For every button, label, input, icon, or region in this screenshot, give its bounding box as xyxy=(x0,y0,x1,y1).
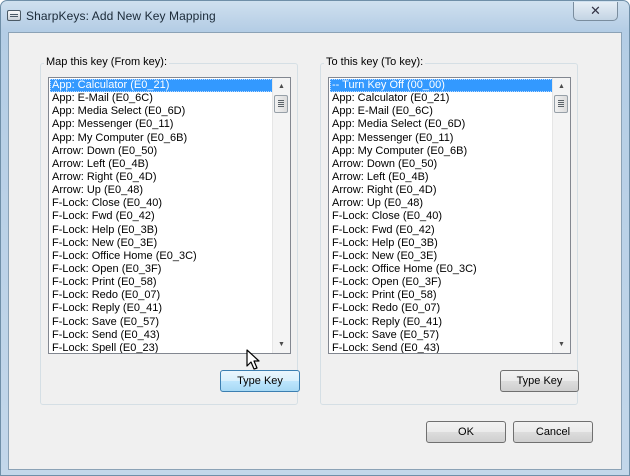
list-item[interactable]: F-Lock: Open (E0_3F) xyxy=(50,263,273,276)
close-button[interactable]: ✕ xyxy=(573,2,618,21)
list-item[interactable]: F-Lock: Spell (E0_23) xyxy=(50,342,273,353)
to-key-scrollbar[interactable]: ▲ ▼ xyxy=(552,78,570,353)
mouse-cursor-icon xyxy=(246,349,260,370)
list-item[interactable]: F-Lock: Redo (E0_07) xyxy=(330,302,553,315)
scroll-up-arrow-icon[interactable]: ▲ xyxy=(553,78,570,95)
list-item[interactable]: Arrow: Left (E0_4B) xyxy=(50,158,273,171)
keyboard-icon xyxy=(7,10,21,21)
list-item[interactable]: Arrow: Up (E0_48) xyxy=(330,197,553,210)
scroll-up-arrow-icon[interactable]: ▲ xyxy=(273,78,290,95)
list-item[interactable]: App: E-Mail (E0_6C) xyxy=(330,105,553,118)
list-item[interactable]: F-Lock: Send (E0_43) xyxy=(50,329,273,342)
list-item[interactable]: App: My Computer (E0_6B) xyxy=(50,132,273,145)
list-item[interactable]: F-Lock: New (E0_3E) xyxy=(50,237,273,250)
cancel-button[interactable]: Cancel xyxy=(513,421,593,443)
list-item[interactable]: Arrow: Right (E0_4D) xyxy=(330,184,553,197)
from-key-list: App: Calculator (E0_21) App: E-Mail (E0_6… xyxy=(50,79,273,353)
window-title: SharpKeys: Add New Key Mapping xyxy=(26,9,216,23)
list-item[interactable]: F-Lock: Redo (E0_07) xyxy=(50,289,273,302)
list-item[interactable]: App: Messenger (E0_11) xyxy=(50,118,273,131)
list-item[interactable]: Arrow: Up (E0_48) xyxy=(50,184,273,197)
list-item[interactable]: Arrow: Down (E0_50) xyxy=(330,158,553,171)
scroll-thumb[interactable] xyxy=(554,95,568,113)
from-type-key-button[interactable]: Type Key xyxy=(220,370,300,392)
from-key-listbox[interactable]: App: Calculator (E0_21) App: E-Mail (E0_6… xyxy=(48,77,291,354)
list-item[interactable]: F-Lock: Open (E0_3F) xyxy=(330,276,553,289)
list-item[interactable]: F-Lock: Reply (E0_41) xyxy=(50,302,273,315)
list-item[interactable]: F-Lock: New (E0_3E) xyxy=(330,250,553,263)
title-bar[interactable]: SharpKeys: Add New Key Mapping ✕ xyxy=(1,1,629,31)
close-icon: ✕ xyxy=(590,4,601,19)
list-item[interactable]: Arrow: Right (E0_4D) xyxy=(50,171,273,184)
ok-button[interactable]: OK xyxy=(426,421,506,443)
scroll-thumb[interactable] xyxy=(274,95,288,113)
list-item[interactable]: F-Lock: Fwd (E0_42) xyxy=(50,210,273,223)
to-key-list: -- Turn Key Off (00_00) App: Calculator (… xyxy=(330,79,553,353)
list-item[interactable]: F-Lock: Print (E0_58) xyxy=(50,276,273,289)
list-item[interactable]: F-Lock: Fwd (E0_42) xyxy=(330,224,553,237)
list-item[interactable]: F-Lock: Print (E0_58) xyxy=(330,289,553,302)
to-key-group-title: To this key (To key): xyxy=(324,56,426,68)
list-item[interactable]: F-Lock: Office Home (E0_3C) xyxy=(330,263,553,276)
scroll-down-arrow-icon[interactable]: ▼ xyxy=(273,336,290,353)
list-item[interactable]: -- Turn Key Off (00_00) xyxy=(330,79,553,93)
from-key-scrollbar[interactable]: ▲ ▼ xyxy=(272,78,290,353)
list-item[interactable]: F-Lock: Save (E0_57) xyxy=(50,316,273,329)
list-item[interactable]: App: Messenger (E0_11) xyxy=(330,132,553,145)
to-key-group: To this key (To key): -- Turn Key Off (0… xyxy=(320,56,579,405)
list-item[interactable]: F-Lock: Office Home (E0_3C) xyxy=(50,250,273,263)
list-item[interactable]: App: E-Mail (E0_6C) xyxy=(50,92,273,105)
list-item[interactable]: F-Lock: Reply (E0_41) xyxy=(330,316,553,329)
list-item[interactable]: App: My Computer (E0_6B) xyxy=(330,145,553,158)
list-item[interactable]: F-Lock: Help (E0_3B) xyxy=(330,237,553,250)
list-item[interactable]: F-Lock: Close (E0_40) xyxy=(330,210,553,223)
to-type-key-button[interactable]: Type Key xyxy=(500,370,579,392)
list-item[interactable]: F-Lock: Save (E0_57) xyxy=(330,329,553,342)
list-item[interactable]: App: Calculator (E0_21) xyxy=(330,92,553,105)
dialog-window: SharpKeys: Add New Key Mapping ✕ Map thi… xyxy=(0,0,630,476)
to-key-listbox[interactable]: -- Turn Key Off (00_00) App: Calculator (… xyxy=(328,77,571,354)
dialog-client-area: Map this key (From key): App: Calculator… xyxy=(8,32,622,470)
list-item[interactable]: App: Media Select (E0_6D) xyxy=(50,105,273,118)
list-item[interactable]: App: Calculator (E0_21) xyxy=(50,79,273,93)
from-key-group-title: Map this key (From key): xyxy=(44,56,170,68)
list-item[interactable]: F-Lock: Send (E0_43) xyxy=(330,342,553,353)
list-item[interactable]: Arrow: Left (E0_4B) xyxy=(330,171,553,184)
list-item[interactable]: App: Media Select (E0_6D) xyxy=(330,118,553,131)
list-item[interactable]: Arrow: Down (E0_50) xyxy=(50,145,273,158)
scroll-down-arrow-icon[interactable]: ▼ xyxy=(553,336,570,353)
list-item[interactable]: F-Lock: Close (E0_40) xyxy=(50,197,273,210)
list-item[interactable]: F-Lock: Help (E0_3B) xyxy=(50,224,273,237)
